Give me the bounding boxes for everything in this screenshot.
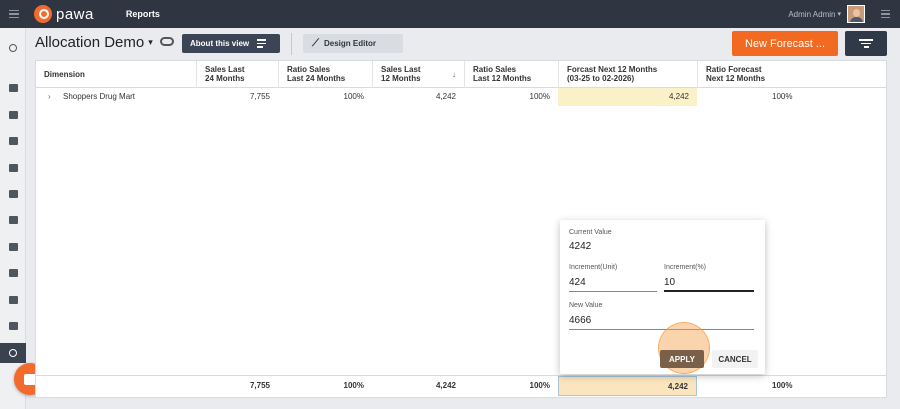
sidebar-item-notes[interactable] <box>0 237 26 257</box>
search-icon <box>9 349 17 357</box>
page-title: Allocation Demo <box>35 34 145 51</box>
new-forecast-button[interactable]: New Forecast ... <box>732 31 838 56</box>
expand-chevron-icon[interactable]: › <box>48 88 51 106</box>
table-header: Dimension Sales Last 24 Months Ratio Sale… <box>36 61 886 88</box>
table-row[interactable]: › Shoppers Drug Mart 7,755 100% 4,242 10… <box>36 88 886 106</box>
header-divider <box>291 33 292 55</box>
new-value-label: New Value <box>569 302 603 309</box>
chevron-down-icon: ▾ <box>148 37 153 47</box>
increment-pct-label: Increment(%) <box>664 264 707 271</box>
sidebar-item-reports[interactable] <box>0 343 26 363</box>
chevron-down-icon[interactable]: ▾ <box>837 10 841 18</box>
document-icon <box>8 164 18 172</box>
cancel-button[interactable]: CANCEL <box>712 350 758 368</box>
about-view-button[interactable]: About this view <box>182 34 280 53</box>
total-ratio24: 100% <box>343 381 364 390</box>
sidebar-item-copy[interactable] <box>0 263 26 283</box>
current-value-label: Current Value <box>569 229 612 236</box>
sidebar-item-user[interactable] <box>0 210 26 230</box>
view-selector[interactable]: Allocation Demo ▾ <box>35 34 153 51</box>
cell-forecast[interactable]: 4,242 <box>558 88 697 106</box>
column-header-ratio12[interactable]: Ratio Sales Last 12 Months <box>464 61 558 88</box>
column-header-ratio-forecast[interactable]: Ratio Forecast Next 12 Months <box>697 61 886 88</box>
line-chart-icon <box>8 322 18 330</box>
search-icon <box>9 44 17 52</box>
total-ratio12: 100% <box>529 381 550 390</box>
calendar-icon <box>8 137 18 145</box>
sidebar-item-image[interactable] <box>0 290 26 310</box>
sort-desc-icon[interactable]: ↓ <box>452 70 456 79</box>
user-icon <box>8 216 18 224</box>
column-header-dimension[interactable]: Dimension <box>36 61 196 88</box>
user-name[interactable]: Admin Admin <box>788 10 835 19</box>
logo-text: pawa <box>56 5 94 23</box>
filter-button[interactable] <box>845 31 887 56</box>
total-sales24: 7,755 <box>249 381 270 390</box>
top-bar: pawa Reports Admin Admin ▾ <box>0 0 900 28</box>
monitor-icon <box>8 84 18 92</box>
new-value-input[interactable]: 4666 <box>569 314 754 330</box>
sidebar-item-calendar[interactable] <box>0 131 26 151</box>
filter-icon <box>859 39 873 41</box>
nav-reports[interactable]: Reports <box>126 9 160 19</box>
sidebar-item-chart[interactable] <box>0 316 26 336</box>
total-forecast[interactable]: 4,242 <box>558 376 697 396</box>
inbox-icon <box>8 111 18 119</box>
cell-sales24: 7,755 <box>249 92 270 101</box>
image-icon <box>8 296 18 304</box>
apply-button[interactable]: APPLY <box>660 350 704 368</box>
note-icon <box>8 243 18 251</box>
total-ratio-forecast: 100% <box>772 381 793 390</box>
sidebar-item-book[interactable] <box>0 184 26 204</box>
column-header-forecast[interactable]: Forcast Next 12 Months (03-25 to 02-2026) <box>558 61 697 88</box>
more-menu-icon[interactable] <box>881 9 890 19</box>
about-view-label: About this view <box>190 39 250 48</box>
menu-lines-icon <box>257 39 267 48</box>
copy-icon <box>8 269 18 277</box>
cell-ratio-forecast: 100% <box>772 92 793 101</box>
logo-mark-icon <box>34 5 52 23</box>
avatar[interactable] <box>847 5 865 23</box>
hamburger-menu-icon[interactable] <box>0 0 28 28</box>
cell-ratio24: 100% <box>343 92 364 101</box>
cell-sales12: 4,242 <box>435 92 456 101</box>
totals-row: 7,755 100% 4,242 100% 4,242 100% <box>36 375 886 396</box>
total-sales12: 4,242 <box>435 381 456 390</box>
sidebar-item-monitor[interactable] <box>0 78 26 98</box>
trend-icon: ⟋ <box>312 38 319 49</box>
design-editor-button[interactable]: ⟋ Design Editor <box>303 34 403 53</box>
book-icon <box>8 190 18 198</box>
cell-dimension: Shoppers Drug Mart <box>63 92 136 101</box>
increment-unit-input[interactable]: 424 <box>569 276 657 292</box>
increment-pct-input[interactable]: 10 <box>664 276 754 292</box>
sidebar-item-inbox[interactable] <box>0 105 26 125</box>
edit-value-popover: Current Value 4242 Increment(Unit) 424 I… <box>560 220 765 374</box>
cell-ratio12: 100% <box>529 92 550 101</box>
sidebar-item-search[interactable] <box>0 38 26 58</box>
user-menu[interactable]: Admin Admin ▾ <box>788 0 890 28</box>
app-logo[interactable]: pawa <box>34 5 94 23</box>
link-icon[interactable] <box>160 37 174 46</box>
current-value: 4242 <box>569 241 592 252</box>
column-header-sales24[interactable]: Sales Last 24 Months <box>196 61 278 88</box>
sidebar <box>0 28 26 409</box>
column-header-sales12[interactable]: Sales Last 12 Months ↓ <box>372 61 464 88</box>
design-editor-label: Design Editor <box>324 39 377 48</box>
column-header-ratio24[interactable]: Ratio Sales Last 24 Months <box>278 61 372 88</box>
sidebar-item-document[interactable] <box>0 158 26 178</box>
increment-unit-label: Increment(Unit) <box>569 264 618 271</box>
